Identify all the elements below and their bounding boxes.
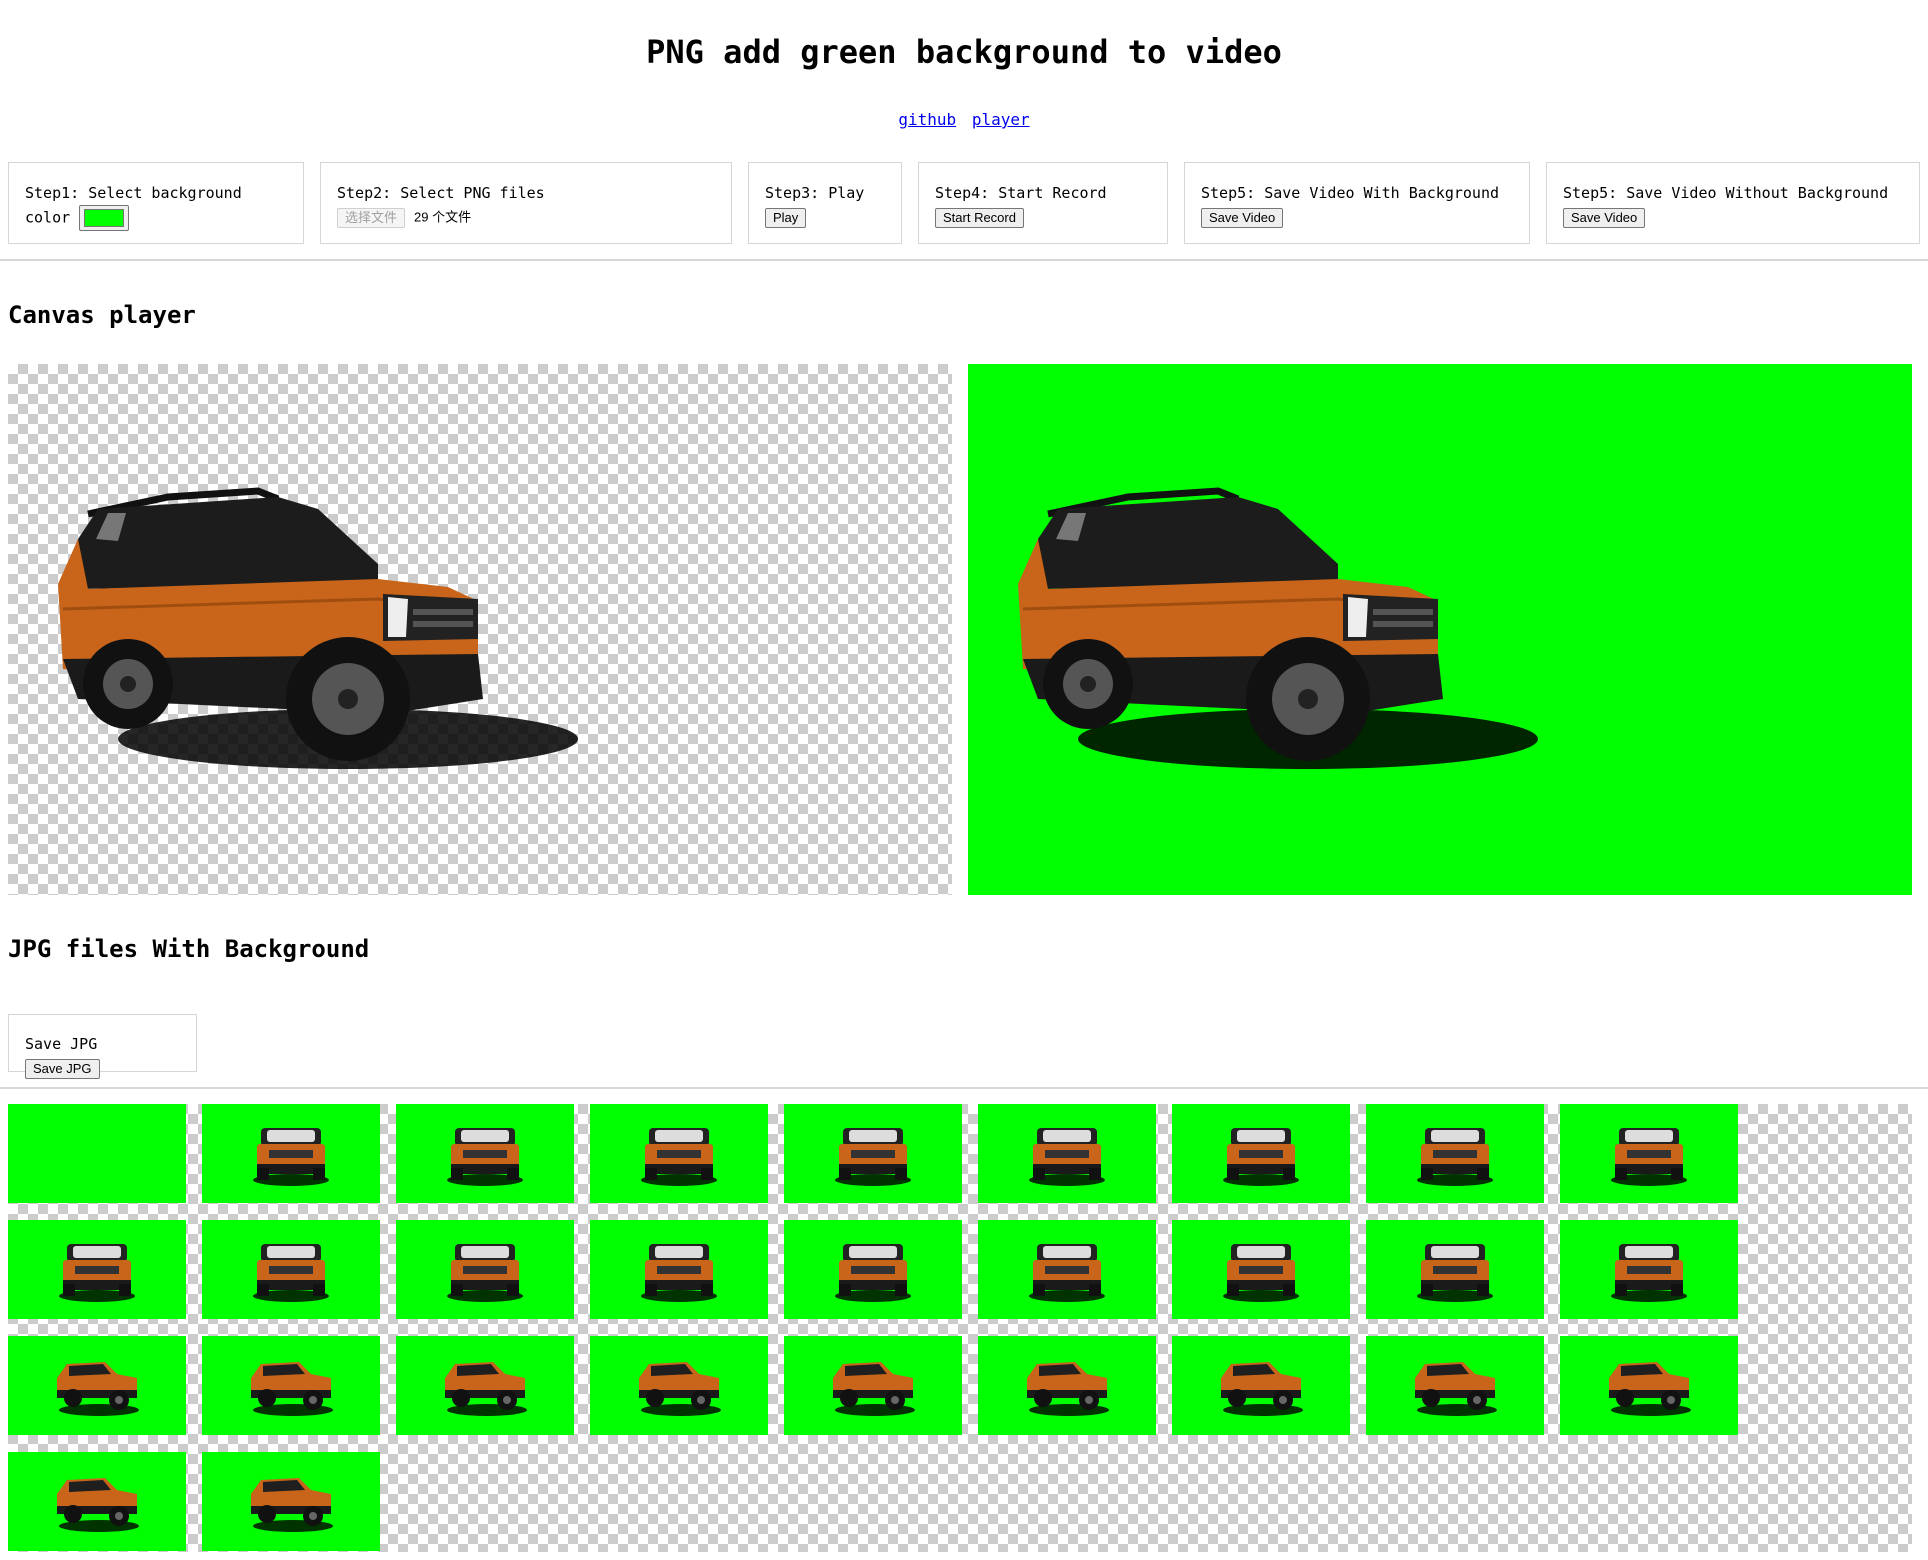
step3-label: Step3: Play — [765, 184, 865, 202]
jpg-thumbnail — [978, 1104, 1156, 1203]
jpg-files-heading: JPG files With Background — [8, 935, 370, 963]
car-icon — [1211, 1234, 1311, 1304]
car-icon — [47, 1466, 147, 1536]
canvas-transparent — [8, 364, 952, 895]
save-jpg-label: Save JPG — [25, 1035, 98, 1053]
save-video-without-bg-button[interactable]: Save Video — [1563, 207, 1646, 228]
car-icon — [629, 1118, 729, 1188]
step2-panel: Step2: Select PNG files 选择文件 29 个文件 — [320, 162, 732, 244]
jpg-thumbnail — [1172, 1220, 1350, 1319]
car-icon — [241, 1466, 341, 1536]
jpg-thumbnail — [8, 1104, 186, 1203]
car-icon — [1599, 1234, 1699, 1304]
step5-with-bg-label: Step5: Save Video With Background — [1201, 184, 1500, 202]
car-icon — [823, 1350, 923, 1420]
jpg-thumbnail — [590, 1220, 768, 1319]
car-icon — [1405, 1350, 1505, 1420]
car-icon — [823, 1234, 923, 1304]
jpg-thumbnail — [202, 1452, 380, 1551]
car-icon — [1599, 1350, 1699, 1420]
car-icon — [629, 1234, 729, 1304]
choose-files-button[interactable]: 选择文件 — [337, 207, 406, 228]
jpg-thumbnail — [1366, 1336, 1544, 1435]
car-icon — [47, 1350, 147, 1420]
header-links: github player — [0, 108, 1928, 132]
car-icon — [1017, 1234, 1117, 1304]
divider — [0, 1087, 1928, 1089]
car-icon — [47, 1234, 147, 1304]
step3-panel: Step3: Play Play — [748, 162, 902, 244]
car-icon — [1599, 1118, 1699, 1188]
car-icon — [241, 1118, 341, 1188]
step5-with-bg-panel: Step5: Save Video With Background Save V… — [1184, 162, 1530, 244]
jpg-thumbnail — [1560, 1220, 1738, 1319]
car-icon — [1017, 1350, 1117, 1420]
jpg-thumbnail — [784, 1336, 962, 1435]
github-link[interactable]: github — [898, 110, 956, 129]
canvas-green — [968, 364, 1912, 895]
jpg-thumbnail — [8, 1452, 186, 1551]
jpg-thumbnail — [1172, 1336, 1350, 1435]
jpg-thumbnail — [202, 1104, 380, 1203]
jpg-thumbnail — [396, 1336, 574, 1435]
car-icon — [1017, 1118, 1117, 1188]
car-icon — [1405, 1234, 1505, 1304]
jpg-thumbnail — [1366, 1104, 1544, 1203]
car-icon — [1211, 1350, 1311, 1420]
step4-label: Step4: Start Record — [935, 184, 1107, 202]
car-icon — [629, 1350, 729, 1420]
save-jpg-button[interactable]: Save JPG — [25, 1058, 100, 1079]
save-video-with-bg-button[interactable]: Save Video — [1201, 207, 1284, 228]
jpg-thumbnail — [1172, 1104, 1350, 1203]
color-swatch — [84, 209, 125, 227]
player-link[interactable]: player — [972, 110, 1030, 129]
jpg-thumbnail — [202, 1220, 380, 1319]
jpg-thumbnail — [590, 1104, 768, 1203]
jpg-thumbnail — [1366, 1220, 1544, 1319]
step5-without-bg-panel: Step5: Save Video Without Background Sav… — [1546, 162, 1920, 244]
page-title: PNG add green background to video — [646, 33, 1282, 71]
background-color-picker[interactable] — [79, 205, 130, 231]
step4-panel: Step4: Start Record Start Record — [918, 162, 1168, 244]
car-icon — [241, 1350, 341, 1420]
jpg-thumbnail — [1560, 1336, 1738, 1435]
jpg-thumbnail — [784, 1104, 962, 1203]
divider — [0, 259, 1928, 261]
jpg-thumbnail — [396, 1104, 574, 1203]
step1-label: Step1: Select background color — [25, 184, 242, 227]
step5-without-bg-label: Step5: Save Video Without Background — [1563, 184, 1889, 202]
play-button[interactable]: Play — [765, 207, 807, 228]
car-icon — [1405, 1118, 1505, 1188]
car-icon — [1211, 1118, 1311, 1188]
car-icon — [1008, 469, 1548, 789]
jpg-thumbnail — [590, 1336, 768, 1435]
jpg-thumbnail — [784, 1220, 962, 1319]
car-icon — [435, 1350, 535, 1420]
jpg-gallery — [8, 1104, 1912, 1552]
jpg-thumbnail — [978, 1336, 1156, 1435]
car-icon — [241, 1234, 341, 1304]
jpg-thumbnail — [1560, 1104, 1738, 1203]
car-icon — [435, 1234, 535, 1304]
jpg-thumbnail — [202, 1336, 380, 1435]
save-jpg-panel: Save JPG Save JPG — [8, 1014, 197, 1079]
jpg-thumbnail — [8, 1220, 186, 1319]
start-record-button[interactable]: Start Record — [935, 207, 1024, 228]
car-icon — [823, 1118, 923, 1188]
car-icon — [48, 469, 588, 789]
file-count: 29 个文件 — [414, 209, 472, 225]
canvas-player-heading: Canvas player — [8, 301, 196, 329]
jpg-thumbnail — [396, 1220, 574, 1319]
jpg-thumbnail — [978, 1220, 1156, 1319]
car-icon — [435, 1118, 535, 1188]
jpg-thumbnail — [8, 1336, 186, 1435]
step1-panel: Step1: Select background color — [8, 162, 304, 244]
step2-label: Step2: Select PNG files — [337, 184, 545, 202]
